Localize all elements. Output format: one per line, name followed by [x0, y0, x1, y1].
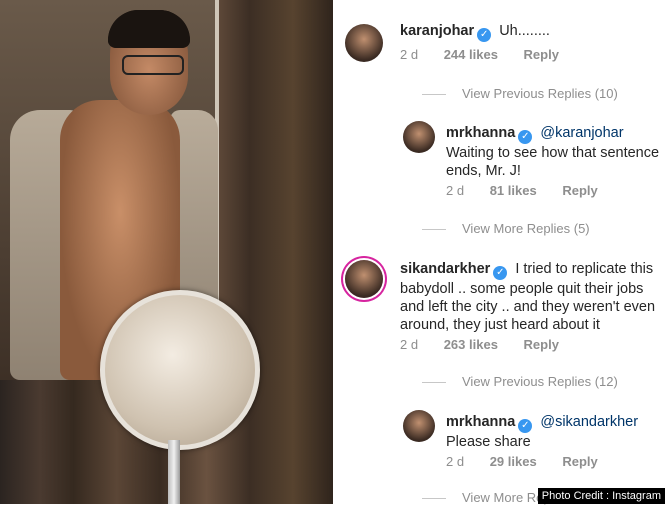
- view-replies-button[interactable]: View Previous Replies (12): [422, 374, 618, 389]
- username[interactable]: mrkhanna: [446, 414, 515, 430]
- avatar[interactable]: [403, 121, 435, 153]
- view-replies-label: View Previous Replies (10): [462, 86, 618, 101]
- comment-meta: 2 d 244 likes Reply: [400, 47, 581, 62]
- timestamp: 2 d: [400, 337, 419, 352]
- comment: karanjohar ✓ Uh........: [400, 22, 660, 42]
- likes-count[interactable]: 244 likes: [444, 47, 498, 62]
- comment: sikandarkher ✓ I tried to replicate this …: [400, 260, 662, 334]
- likes-count[interactable]: 263 likes: [444, 337, 498, 352]
- username[interactable]: sikandarkher: [400, 261, 490, 277]
- comment: mrkhanna ✓ @sikandarkher Please share: [446, 413, 661, 451]
- comment: mrkhanna ✓ @karanjohar Waiting to see how…: [446, 124, 661, 180]
- likes-count[interactable]: 81 likes: [490, 183, 537, 198]
- timestamp: 2 d: [400, 47, 419, 62]
- comment-meta: 2 d 81 likes Reply: [446, 183, 620, 198]
- verified-icon: ✓: [477, 28, 492, 42]
- comments-panel: karanjohar ✓ Uh........ 2 d 244 likes Rep…: [333, 0, 665, 505]
- hair: [108, 10, 190, 48]
- view-replies-button[interactable]: View More Replies (5): [422, 221, 590, 236]
- comment-meta: 2 d 263 likes Reply: [400, 337, 581, 352]
- timestamp: 2 d: [446, 183, 465, 198]
- reply-button[interactable]: Reply: [524, 47, 559, 62]
- reply-button[interactable]: Reply: [524, 337, 559, 352]
- vanity-mirror: [100, 290, 260, 450]
- divider: [422, 498, 446, 500]
- divider: [422, 229, 446, 231]
- view-replies-label: View More Replies (5): [462, 221, 590, 236]
- comment-meta: 2 d 29 likes Reply: [446, 454, 620, 469]
- glasses: [122, 55, 184, 75]
- reply-button[interactable]: Reply: [562, 183, 597, 198]
- username[interactable]: karanjohar: [400, 23, 474, 39]
- post-photo: [0, 0, 333, 504]
- avatar[interactable]: [345, 260, 383, 298]
- reply-button[interactable]: Reply: [562, 454, 597, 469]
- mirror-stand: [168, 440, 180, 504]
- comment-text: Waiting to see how that sentence ends, M…: [446, 145, 660, 179]
- photo-credit: Photo Credit : Instagram: [537, 488, 665, 504]
- avatar[interactable]: [403, 410, 435, 442]
- mention-link[interactable]: @karanjohar: [540, 125, 623, 141]
- verified-icon: ✓: [518, 419, 533, 433]
- verified-icon: ✓: [493, 266, 508, 280]
- avatar[interactable]: [345, 24, 383, 62]
- divider: [422, 94, 446, 96]
- mention-link[interactable]: @sikandarkher: [540, 414, 638, 430]
- verified-icon: ✓: [518, 130, 533, 144]
- view-replies-button[interactable]: View Previous Replies (10): [422, 86, 618, 101]
- username[interactable]: mrkhanna: [446, 125, 515, 141]
- comment-text: Uh........: [499, 23, 550, 39]
- timestamp: 2 d: [446, 454, 465, 469]
- likes-count[interactable]: 29 likes: [490, 454, 537, 469]
- view-replies-label: View Previous Replies (12): [462, 374, 618, 389]
- comment-text: Please share: [446, 434, 531, 450]
- divider: [422, 382, 446, 384]
